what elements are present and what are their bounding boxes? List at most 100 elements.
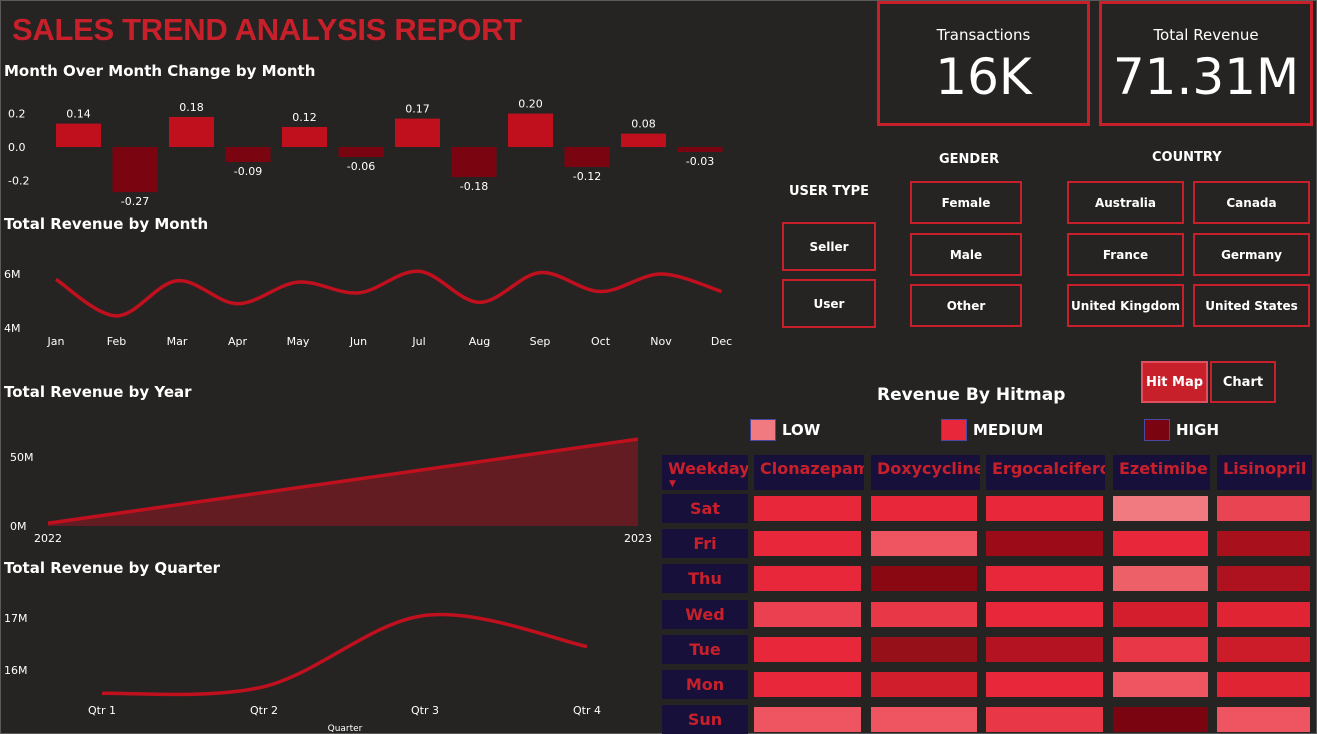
heatmap-cell[interactable] — [754, 566, 861, 592]
heatmap-cell[interactable] — [1217, 636, 1310, 662]
heatmap-cell[interactable] — [754, 707, 861, 733]
country-united-states-button[interactable]: United States — [1193, 284, 1310, 327]
data-label: 0.08 — [631, 118, 656, 131]
sort-down-icon: ▼ — [669, 479, 676, 489]
heatmap-cell[interactable] — [1113, 566, 1208, 592]
total-revenue-card: Total Revenue 71.31M — [1099, 1, 1313, 126]
heatmap-column-header[interactable]: Ergocalciferol — [986, 455, 1105, 490]
legend-low-swatch — [750, 419, 776, 441]
data-label: -0.03 — [686, 155, 714, 168]
x-tick-label: Qtr 4 — [573, 704, 601, 717]
mom-change-chart[interactable]: 0.2 0.0 -0.2 0.14 -0.27 0.18 -0.09 0.12 -0.06 0.1… — [0, 88, 750, 210]
heatmap-cell[interactable] — [754, 601, 861, 627]
heatmap-cell[interactable] — [871, 601, 977, 627]
heatmap-cell[interactable] — [1217, 531, 1310, 557]
user-type-seller-button[interactable]: Seller — [782, 222, 876, 271]
country-slicer-title: COUNTRY — [1152, 150, 1222, 165]
heatmap-cell[interactable] — [871, 496, 977, 521]
heatmap-cell[interactable] — [1217, 707, 1310, 733]
bar — [508, 113, 553, 147]
revenue-quarter-chart-title: Total Revenue by Quarter — [4, 559, 221, 577]
transactions-label: Transactions — [936, 26, 1031, 44]
heatmap-cell[interactable] — [986, 707, 1103, 733]
country-australia-button[interactable]: Australia — [1067, 181, 1184, 224]
heatmap-cell[interactable] — [871, 636, 977, 662]
bar — [451, 147, 497, 178]
user-type-user-button[interactable]: User — [782, 279, 876, 328]
heatmap-cell[interactable] — [871, 672, 977, 697]
mom-chart-title: Month Over Month Change by Month — [4, 62, 316, 80]
heatmap-cell[interactable] — [1113, 531, 1208, 557]
heatmap-cell[interactable] — [871, 707, 977, 733]
heatmap-cell[interactable] — [1113, 672, 1208, 697]
gender-other-button[interactable]: Other — [910, 284, 1022, 327]
country-france-button[interactable]: France — [1067, 233, 1184, 276]
heatmap-cell[interactable] — [1113, 496, 1208, 521]
heatmap-cell[interactable] — [986, 636, 1103, 662]
x-axis-title: Quarter — [328, 724, 363, 734]
data-label: -0.27 — [121, 195, 149, 208]
heatmap-cell[interactable] — [1113, 601, 1208, 627]
heatmap-column-header[interactable]: Lisinopril — [1217, 455, 1312, 490]
heatmap-corner-header[interactable]: Weekday ▼ — [662, 455, 748, 490]
heatmap-column-header[interactable]: Doxycycline — [871, 455, 980, 490]
heatmap-column-header[interactable]: Clonazepam — [754, 455, 864, 490]
chart-toggle-button[interactable]: Chart — [1210, 361, 1276, 403]
country-germany-button[interactable]: Germany — [1193, 233, 1310, 276]
heatmap-cell[interactable] — [754, 531, 861, 557]
revenue-by-month-chart[interactable]: 6M 4M Jan Feb Mar Apr May Jun Jul Aug Sep Oct Nov Dec — [0, 240, 750, 355]
weekday-header-label: Weekday — [668, 459, 748, 478]
heatmap-column-header[interactable]: Ezetimibe — [1113, 455, 1210, 490]
heatmap-cell[interactable] — [986, 531, 1103, 557]
country-united-kingdom-button[interactable]: United Kingdom — [1067, 284, 1184, 327]
revenue-year-chart-title: Total Revenue by Year — [4, 383, 192, 401]
legend-low[interactable]: LOW — [750, 419, 820, 441]
heatmap-cell[interactable] — [754, 672, 861, 697]
heatmap-cell[interactable] — [754, 636, 861, 662]
heatmap-title: Revenue By Hitmap — [877, 385, 1066, 405]
x-tick-label: Qtr 1 — [88, 704, 116, 717]
legend-high[interactable]: HIGH — [1144, 419, 1219, 441]
heatmap-cell[interactable] — [871, 531, 977, 557]
heatmap-cell[interactable] — [986, 566, 1103, 592]
heatmap-cell[interactable] — [1217, 496, 1310, 521]
data-label: -0.09 — [234, 165, 262, 178]
data-label: 0.14 — [66, 108, 91, 121]
country-canada-button[interactable]: Canada — [1193, 181, 1310, 224]
y-tick-label: 50M — [10, 451, 34, 464]
heatmap-cell[interactable] — [1217, 566, 1310, 592]
x-tick-label: Mar — [167, 335, 188, 348]
revenue-by-quarter-chart[interactable]: 17M 16M Qtr 1 Qtr 2 Qtr 3 Qtr 4 Quarter — [0, 585, 660, 734]
bar — [112, 147, 158, 193]
bar — [677, 147, 723, 153]
heatmap-cell[interactable] — [871, 566, 977, 592]
data-label: 0.12 — [292, 111, 317, 124]
gender-male-button[interactable]: Male — [910, 233, 1022, 276]
gender-slicer-title: GENDER — [939, 152, 1000, 167]
y-tick-label: 0.2 — [8, 108, 26, 121]
heatmap-cell[interactable] — [754, 496, 861, 521]
legend-medium[interactable]: MEDIUM — [941, 419, 1043, 441]
y-tick-label: 16M — [4, 664, 28, 677]
heatmap-cell[interactable] — [1113, 707, 1208, 733]
transactions-card: Transactions 16K — [877, 1, 1090, 126]
heatmap-cell[interactable] — [986, 672, 1103, 697]
revenue-by-year-chart[interactable]: 50M 0M 2022 2023 — [0, 410, 660, 550]
gender-female-button[interactable]: Female — [910, 181, 1022, 224]
hitmap-toggle-button[interactable]: Hit Map — [1141, 361, 1208, 403]
data-label: -0.18 — [460, 180, 488, 193]
x-tick-label: Dec — [711, 335, 732, 348]
x-tick-label: Feb — [107, 335, 126, 348]
heatmap-cell[interactable] — [986, 601, 1103, 627]
legend-medium-swatch — [941, 419, 967, 441]
heatmap-cell[interactable] — [1217, 601, 1310, 627]
heatmap-cell[interactable] — [1113, 636, 1208, 662]
bar — [56, 123, 101, 147]
bar — [395, 118, 440, 147]
data-label: 0.18 — [179, 101, 204, 114]
heatmap-cell[interactable] — [1217, 672, 1310, 697]
heatmap-row-label: Mon — [662, 670, 748, 699]
legend-high-swatch — [1144, 419, 1170, 441]
heatmap-cell[interactable] — [986, 496, 1103, 521]
x-tick-label: 2023 — [624, 532, 652, 545]
